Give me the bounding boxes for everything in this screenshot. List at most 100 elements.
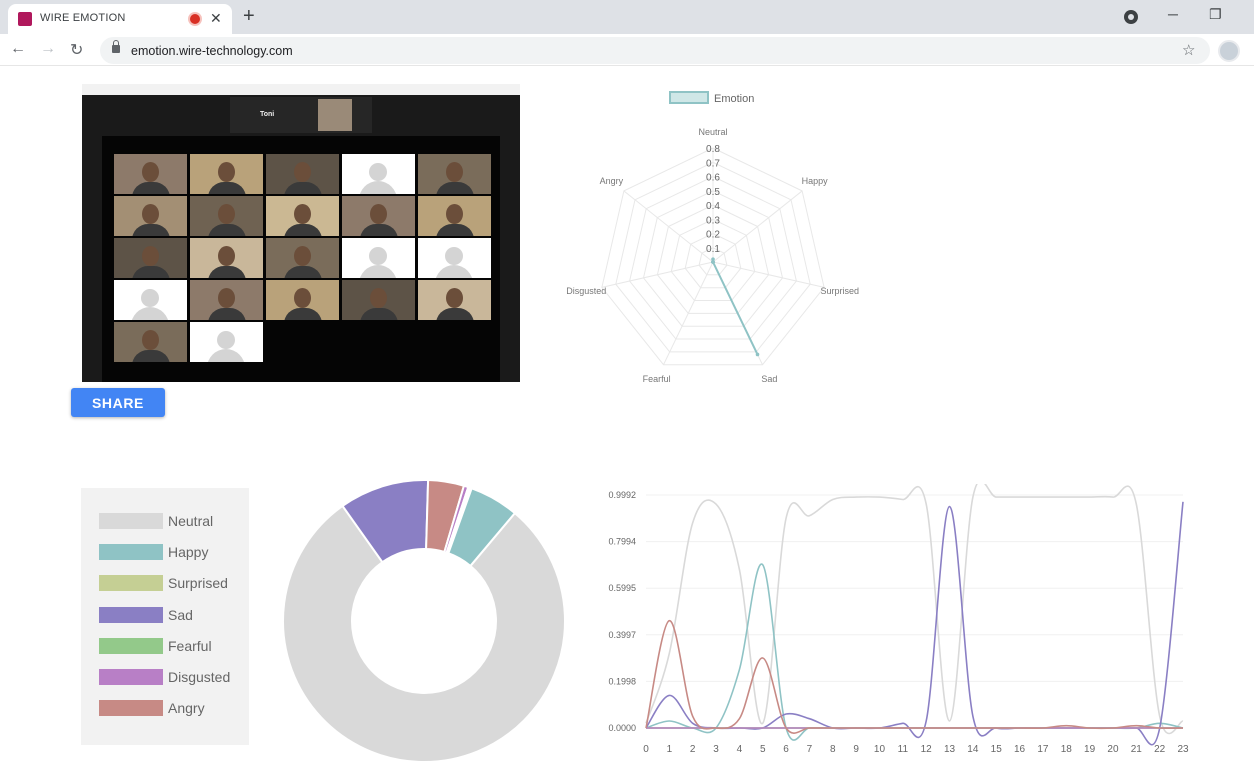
tab-close-icon[interactable]: ✕ <box>210 10 222 27</box>
participant-face <box>294 162 311 182</box>
participant-shoulders <box>436 308 474 320</box>
video-window-titlebar <box>82 84 520 95</box>
line-chart-x-tick: 21 <box>1131 744 1143 755</box>
line-chart-x-tick: 2 <box>690 744 696 755</box>
radar-tick-label: 0.8 <box>706 144 720 155</box>
participant-video-tile[interactable] <box>266 154 339 194</box>
restore-button[interactable]: ❐ <box>1209 6 1222 23</box>
line-chart-x-tick: 14 <box>967 744 979 755</box>
radar-tick-label: 0.6 <box>706 173 720 184</box>
avatar-placeholder-icon <box>217 331 235 349</box>
participant-video-tile[interactable] <box>266 280 339 320</box>
participant-video-tile[interactable] <box>114 238 187 278</box>
participant-shoulders <box>208 308 246 320</box>
radar-tick-label: 0.4 <box>706 201 720 212</box>
line-chart-x-tick: 7 <box>807 744 813 755</box>
avatar-placeholder-body <box>131 307 169 320</box>
lock-icon <box>112 40 120 53</box>
participant-face <box>446 288 463 308</box>
minimize-button[interactable]: ─ <box>1168 6 1178 22</box>
participant-video-tile[interactable] <box>114 196 187 236</box>
line-chart-x-tick: 22 <box>1154 744 1166 755</box>
participant-shoulders <box>132 182 170 194</box>
back-button[interactable]: ← <box>10 40 26 58</box>
radar-legend-swatch <box>669 91 709 104</box>
participant-video-tile[interactable] <box>266 196 339 236</box>
participant-avatar-tile[interactable] <box>342 154 415 194</box>
avatar-placeholder-body <box>359 265 397 278</box>
line-chart-x-tick: 12 <box>921 744 933 755</box>
line-chart-x-tick: 13 <box>944 744 956 755</box>
participant-face <box>294 204 311 224</box>
line-series-neutral <box>645 484 1184 735</box>
participant-video-tile[interactable] <box>418 280 491 320</box>
participant-video-tile[interactable] <box>114 154 187 194</box>
participant-face <box>370 204 387 224</box>
extension-icon[interactable] <box>1123 9 1139 25</box>
line-chart-y-tick: 0.5995 <box>608 583 636 593</box>
participant-video-tile[interactable] <box>266 238 339 278</box>
legend-label: Angry <box>168 700 205 717</box>
legend-label: Surprised <box>168 575 228 592</box>
new-tab-button[interactable]: + <box>243 6 255 26</box>
line-series-happy <box>645 563 1184 741</box>
legend-swatch <box>99 575 163 592</box>
participant-video-tile[interactable] <box>342 280 415 320</box>
line-chart-x-tick: 0 <box>643 744 649 755</box>
emotion-timeline-chart: 0.00000.19980.39970.59950.79940.99920 1 2 3… <box>608 484 1189 755</box>
radar-tick-label: 0.2 <box>706 230 720 241</box>
line-chart-y-tick: 0.1998 <box>608 676 636 686</box>
participant-shoulders <box>208 266 246 278</box>
avatar-placeholder-icon <box>141 289 159 307</box>
radar-spoke <box>623 190 714 263</box>
participant-avatar-tile[interactable] <box>114 280 187 320</box>
legend-label: Happy <box>168 544 209 561</box>
avatar-placeholder-icon <box>369 163 387 181</box>
line-chart-y-tick: 0.7994 <box>608 537 636 547</box>
address-url[interactable]: emotion.wire-technology.com <box>131 44 293 58</box>
participant-face <box>218 246 235 266</box>
profile-avatar[interactable] <box>1218 40 1240 62</box>
participant-video-tile[interactable] <box>114 322 187 362</box>
forward-button[interactable]: → <box>40 40 56 58</box>
address-bar[interactable]: emotion.wire-technology.com ☆ <box>100 37 1210 64</box>
active-speaker-label: Toni <box>260 111 275 118</box>
line-chart-y-tick: 0.0000 <box>608 723 636 733</box>
participant-video-tile[interactable] <box>190 238 263 278</box>
participant-face <box>218 288 235 308</box>
browser-toolbar: ← → ↻ emotion.wire-technology.com ☆ <box>0 34 1254 66</box>
active-speaker-strip: Toni <box>230 97 372 133</box>
participant-video-tile[interactable] <box>342 196 415 236</box>
participant-avatar-tile[interactable] <box>418 238 491 278</box>
participant-video-tile[interactable] <box>190 280 263 320</box>
participant-video-tile[interactable] <box>418 196 491 236</box>
line-chart-x-tick: 4 <box>737 744 743 755</box>
participant-shoulders <box>284 308 322 320</box>
legend-label: Fearful <box>168 637 212 654</box>
participant-face <box>142 162 159 182</box>
radar-tick-label: 0.3 <box>706 215 720 226</box>
browser-tab-bar: WIRE EMOTION ✕ + ─ ❐ <box>0 0 1254 34</box>
bookmark-star-icon[interactable]: ☆ <box>1182 41 1195 59</box>
line-chart-x-tick: 1 <box>667 744 673 755</box>
legend-label: Disgusted <box>168 669 231 685</box>
participant-video-tile[interactable] <box>190 196 263 236</box>
participant-shoulders <box>132 350 170 362</box>
reload-button[interactable]: ↻ <box>70 40 83 60</box>
participant-face <box>142 204 159 224</box>
participant-shoulders <box>360 224 398 236</box>
share-button[interactable]: SHARE <box>71 388 165 417</box>
browser-tab[interactable]: WIRE EMOTION ✕ <box>8 4 232 34</box>
participant-video-tile[interactable] <box>418 154 491 194</box>
participant-shoulders <box>132 266 170 278</box>
radar-spoke <box>601 261 714 288</box>
emotion-donut-chart <box>282 479 566 764</box>
participant-avatar-tile[interactable] <box>342 238 415 278</box>
legend-swatch <box>99 513 163 529</box>
participant-shoulders <box>360 308 398 320</box>
radar-legend-label: Emotion <box>714 93 754 105</box>
line-chart-x-tick: 15 <box>991 744 1003 755</box>
participant-avatar-tile[interactable] <box>190 322 263 362</box>
participant-face <box>446 204 463 224</box>
participant-video-tile[interactable] <box>190 154 263 194</box>
